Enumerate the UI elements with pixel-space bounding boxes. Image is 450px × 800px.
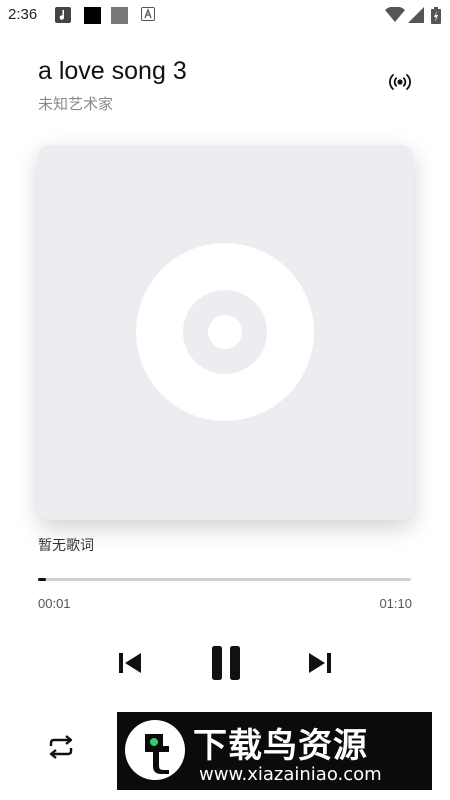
gray-square-app-icon — [111, 7, 128, 24]
previous-button[interactable] — [114, 647, 146, 679]
repeat-icon — [49, 735, 73, 759]
wifi-icon — [385, 6, 405, 28]
status-time: 2:36 — [8, 6, 38, 23]
bird-logo-icon — [125, 720, 185, 780]
disc-icon — [136, 243, 314, 421]
album-art — [38, 145, 413, 520]
time-total: 01:10 — [379, 596, 412, 611]
pause-icon — [212, 646, 240, 680]
watermark-banner: 下载鸟资源 www.xiazainiao.com — [117, 712, 432, 790]
font-a-app-icon — [141, 7, 157, 23]
song-title: a love song 3 — [38, 57, 187, 85]
repeat-button[interactable] — [44, 733, 78, 761]
black-square-app-icon — [84, 7, 101, 24]
status-bar: 2:36 — [0, 0, 450, 30]
signal-icon — [408, 7, 424, 28]
time-elapsed: 00:01 — [38, 596, 71, 611]
lyrics-text: 暂无歌词 — [38, 537, 94, 553]
progress-bar[interactable] — [38, 578, 411, 581]
progress-fill — [38, 578, 46, 581]
watermark-title: 下载鸟资源 — [193, 726, 368, 766]
song-artist: 未知艺术家 — [38, 96, 114, 113]
cast-broadcast-icon — [389, 74, 411, 90]
skip-next-icon — [309, 653, 331, 673]
music-note-app-icon — [55, 7, 71, 23]
cast-button[interactable] — [386, 70, 414, 94]
skip-previous-icon — [119, 653, 141, 673]
next-button[interactable] — [304, 647, 336, 679]
battery-icon — [431, 7, 441, 29]
watermark-url: www.xiazainiao.com — [199, 764, 382, 785]
play-pause-button[interactable] — [206, 642, 246, 684]
